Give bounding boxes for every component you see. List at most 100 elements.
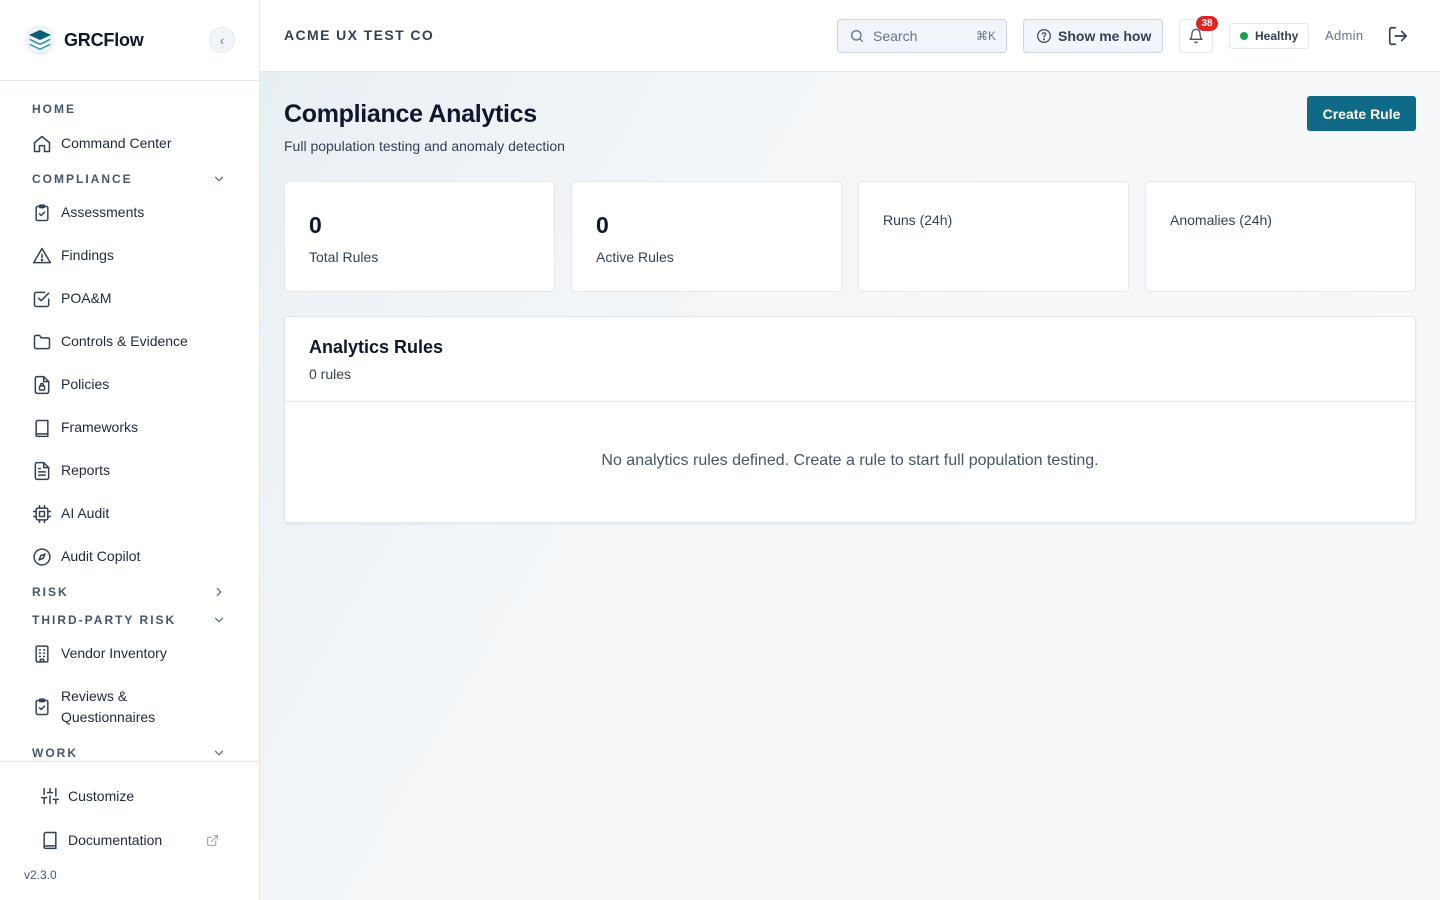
- search-placeholder: Search: [873, 28, 918, 44]
- logout-icon[interactable]: [1387, 25, 1409, 47]
- system-health-status[interactable]: Healthy: [1229, 23, 1309, 49]
- folder-icon: [32, 332, 52, 352]
- cpu-icon: [32, 504, 52, 524]
- file-lock-icon: [32, 375, 52, 395]
- sidebar-item-label: Audit Copilot: [61, 548, 141, 564]
- sidebar-item-findings[interactable]: Findings: [32, 245, 232, 266]
- section-label: THIRD-PARTY RISK: [32, 613, 177, 627]
- sidebar-item-ai-audit[interactable]: AI Audit: [32, 503, 232, 524]
- sidebar: GRCFlow ‹ HOME Command Center COMPLIANCE: [0, 0, 260, 900]
- sliders-icon: [40, 786, 60, 806]
- search-shortcut: ⌘K: [975, 29, 996, 43]
- file-text-icon: [32, 461, 52, 481]
- sidebar-item-vendor-inventory[interactable]: Vendor Inventory: [32, 643, 232, 664]
- stat-value: 0: [309, 212, 322, 238]
- sidebar-item-frameworks[interactable]: Frameworks: [32, 417, 232, 438]
- checkbox-icon: [32, 289, 52, 309]
- section-work[interactable]: WORK: [32, 743, 228, 761]
- sidebar-nav[interactable]: HOME Command Center COMPLIANCE Assessmen…: [0, 81, 259, 761]
- help-circle-icon: [1036, 28, 1052, 44]
- stat-card-active-rules: 0 Active Rules: [571, 181, 842, 292]
- stack-logo-icon: [24, 24, 56, 56]
- sidebar-item-assessments[interactable]: Assessments: [32, 202, 232, 223]
- sidebar-item-label: Reports: [61, 462, 111, 478]
- clipboard-check-icon: [32, 697, 52, 717]
- section-home: HOME: [32, 99, 228, 119]
- collapse-sidebar-button[interactable]: ‹: [209, 27, 235, 53]
- book-icon: [32, 418, 52, 438]
- analytics-rules-panel: Analytics Rules 0 rules No analytics rul…: [284, 316, 1416, 523]
- chevron-down-icon: [212, 172, 226, 186]
- sidebar-item-reports[interactable]: Reports: [32, 460, 232, 481]
- page-title: Compliance Analytics: [284, 100, 537, 128]
- compass-icon: [32, 547, 52, 567]
- sidebar-item-label: AI Audit: [61, 505, 110, 521]
- sidebar-item-label: Assessments: [61, 204, 145, 220]
- stat-card-anomalies-24h: Anomalies (24h): [1145, 181, 1416, 292]
- show-me-how-button[interactable]: Show me how: [1023, 19, 1163, 53]
- home-icon: [32, 134, 52, 154]
- sidebar-item-policies[interactable]: Policies: [32, 374, 232, 395]
- sidebar-item-label: Policies: [61, 376, 110, 392]
- main-content: Compliance Analytics Full population tes…: [260, 72, 1440, 900]
- health-label: Healthy: [1255, 29, 1299, 43]
- stat-card-total-rules: 0 Total Rules: [284, 181, 555, 292]
- customize-label: Customize: [68, 788, 135, 804]
- sidebar-footer: Customize Documentation v2.3.0: [0, 761, 259, 900]
- section-compliance[interactable]: COMPLIANCE: [32, 169, 228, 189]
- chevron-down-icon: [212, 613, 226, 627]
- notification-count-badge: 38: [1196, 16, 1218, 31]
- stat-card-runs-24h: Runs (24h): [858, 181, 1129, 292]
- page-subtitle: Full population testing and anomaly dete…: [284, 138, 565, 154]
- sidebar-item-poam[interactable]: POA&M: [32, 288, 232, 309]
- sidebar-item-command-center[interactable]: Command Center: [32, 133, 232, 154]
- section-risk[interactable]: RISK: [32, 582, 228, 602]
- app-version: v2.3.0: [24, 868, 57, 882]
- brand: GRCFlow ‹: [0, 0, 259, 81]
- organization-name: ACME UX TEST CO: [284, 27, 435, 43]
- sidebar-item-label: Frameworks: [61, 419, 139, 435]
- sidebar-item-label: Reviews & Questionnaires: [61, 686, 155, 728]
- panel-header: Analytics Rules 0 rules: [285, 317, 1415, 402]
- stat-label: Total Rules: [309, 249, 379, 265]
- brand-name: GRCFlow: [64, 29, 144, 50]
- sidebar-item-label: Findings: [61, 247, 114, 263]
- documentation-link[interactable]: Documentation: [40, 830, 162, 850]
- sidebar-item-audit-copilot[interactable]: Audit Copilot: [32, 546, 232, 567]
- user-name[interactable]: Admin: [1325, 28, 1363, 43]
- top-bar: ACME UX TEST CO Search ⌘K Show me how 38…: [260, 0, 1440, 72]
- empty-state-message: No analytics rules defined. Create a rul…: [601, 452, 1099, 469]
- sidebar-item-label: Command Center: [61, 135, 172, 151]
- customize-button[interactable]: Customize: [40, 786, 134, 806]
- chevron-left-icon: ‹: [219, 32, 225, 48]
- create-rule-button[interactable]: Create Rule: [1307, 96, 1416, 131]
- section-label: COMPLIANCE: [32, 172, 133, 186]
- clipboard-check-icon: [32, 203, 52, 223]
- search-icon: [849, 28, 865, 44]
- stat-value: 0: [596, 212, 609, 238]
- alert-triangle-icon: [32, 246, 52, 266]
- book-icon: [40, 830, 60, 850]
- external-link-icon: [206, 834, 219, 847]
- sidebar-item-label: Vendor Inventory: [61, 645, 167, 661]
- sidebar-item-reviews-questionnaires[interactable]: Reviews & Questionnaires: [32, 686, 232, 728]
- section-label: RISK: [32, 585, 69, 599]
- chevron-right-icon: [212, 585, 226, 599]
- section-third-party-risk[interactable]: THIRD-PARTY RISK: [32, 610, 228, 630]
- status-dot: [1240, 32, 1248, 40]
- documentation-label: Documentation: [68, 832, 163, 848]
- chevron-down-icon: [212, 746, 226, 760]
- section-label: HOME: [32, 102, 76, 116]
- sidebar-item-controls-evidence[interactable]: Controls & Evidence: [32, 331, 232, 352]
- stat-label: Runs (24h): [883, 212, 953, 228]
- rules-count: 0 rules: [309, 366, 352, 382]
- sidebar-item-label: Controls & Evidence: [61, 333, 188, 349]
- stat-label: Active Rules: [596, 249, 674, 265]
- show-me-how-label: Show me how: [1058, 28, 1152, 44]
- section-label: WORK: [32, 746, 78, 760]
- search-input[interactable]: Search ⌘K: [837, 19, 1007, 53]
- panel-title: Analytics Rules: [309, 337, 444, 357]
- stat-label: Anomalies (24h): [1170, 212, 1272, 228]
- label-line: Questionnaires: [61, 709, 156, 725]
- sidebar-item-label: POA&M: [61, 290, 112, 306]
